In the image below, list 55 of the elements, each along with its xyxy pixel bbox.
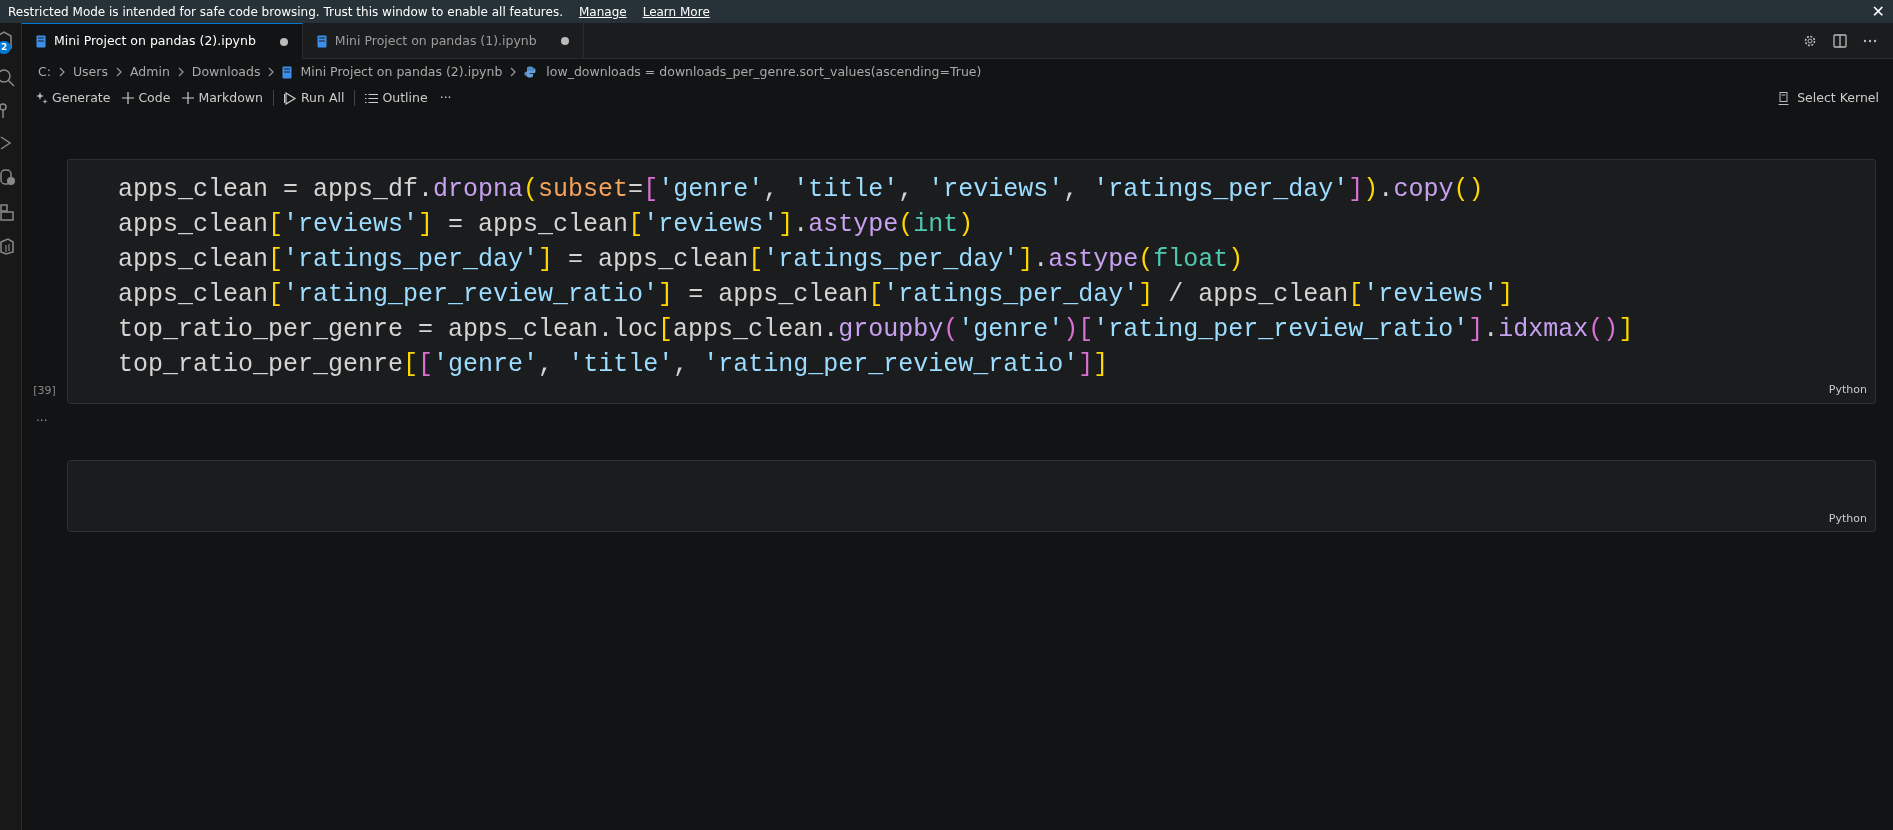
run-icon[interactable] [0,135,12,151]
code-line: apps_clean = apps_df.dropna(subset=['genre', 'title', 'reviews', 'ratings_per_day']).copy() [118,174,1485,206]
code-line: top_ratio_per_genre[['genre', 'title', 'rating_per_review_ratio']] [118,349,1110,381]
code-line: apps_clean['reviews'] = apps_clean['reviews'].astype(int) [118,209,975,241]
code-line: apps_clean['rating_per_review_ratio'] = apps_clean['ratings_per_day'] / apps_clean['reviews'] [118,279,1515,311]
extensions-icon[interactable] [0,203,14,221]
breadcrumb-item[interactable]: Admin [129,62,170,82]
breadcrumb-item[interactable]: C: [38,62,51,82]
breadcrumb-item[interactable]: low_downloads = downloads_per_genre.sort_values(ascending=True) [546,62,982,82]
plus-icon [182,92,195,104]
more-button[interactable]: ··· [433,88,458,108]
container-icon[interactable] [0,237,14,255]
chevron-icon [268,67,275,77]
file-tab[interactable]: Mini Project on pandas (1).ipynb [302,23,584,59]
notification-link[interactable]: Learn More [642,2,710,21]
toolbar-button[interactable]: Run All [277,88,351,108]
settings-icon[interactable] [1803,33,1817,48]
toolbar-button[interactable]: Outline [359,88,434,108]
breadcrumb-item[interactable]: Mini Project on pandas (2).ipynb [300,62,503,82]
run-all-icon [283,91,297,105]
file-tab[interactable]: Mini Project on pandas (2).ipynb [22,23,303,59]
output-more-button[interactable]: ... [36,409,48,424]
notification-text: Restricted Mode is intended for safe code browsing. Trust this window to enable all features. [8,3,563,21]
notebook-icon [36,35,46,48]
code-line: apps_clean['ratings_per_day'] = apps_clean['ratings_per_day'].astype(float) [118,244,1245,276]
kernel-button[interactable]: Select Kernel [1772,88,1885,108]
toolbar-button[interactable]: Generate [30,88,117,108]
toolbar-button[interactable]: Code [116,88,177,108]
code-cell[interactable]: Python [67,459,1876,532]
split-editor-icon[interactable] [1833,33,1847,48]
chevron-icon [177,67,184,77]
notification-link[interactable]: Manage [579,2,627,21]
python-icon [524,66,537,78]
breadcrumb-item[interactable]: Users [72,62,108,82]
code-cell[interactable] [67,159,1876,404]
language-label[interactable]: Python [1828,382,1867,399]
server-icon [1778,91,1790,105]
language-label[interactable]: Python [1828,510,1867,527]
close-button[interactable]: ✕ [1871,0,1885,24]
list-icon [365,92,379,104]
code-line: top_ratio_per_genre = apps_clean.loc[apps_clean.groupby('genre')['rating_per_review_ratio'].idxmax()] [118,314,1635,346]
search-icon[interactable] [0,69,16,87]
execution-count: [39] [33,383,56,399]
notification-badge: 2 [0,41,12,54]
chevron-icon [510,67,517,77]
notebook-icon [282,65,293,79]
debug-icon[interactable] [0,167,16,187]
breadcrumb-item[interactable]: Downloads [191,62,261,82]
plus-icon [122,92,135,104]
toolbar-button[interactable]: Markdown [176,88,269,108]
chevron-icon [115,67,122,77]
chevron-icon [58,67,65,77]
notebook-icon [316,34,327,48]
more-icon[interactable] [1863,38,1877,43]
sparkle-icon [36,92,48,104]
